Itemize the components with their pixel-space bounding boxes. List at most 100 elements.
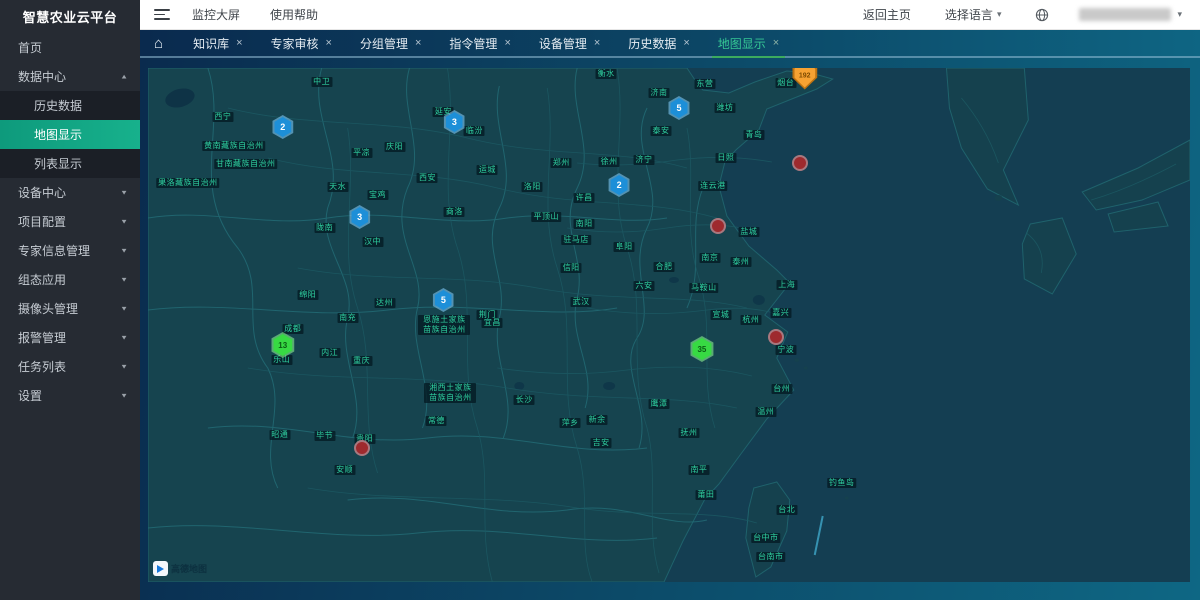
sidebar-item-label: 数据中心	[18, 68, 66, 85]
map-city-label: 郑州	[551, 158, 572, 168]
map-city-label: 恩施土家族苗族自治州	[418, 315, 470, 335]
map-city-label: 黄南藏族自治州	[202, 141, 266, 151]
sidebar-item-project-config[interactable]: 项目配置 ▼	[0, 207, 140, 236]
sidebar-item-list-display[interactable]: 列表显示	[0, 149, 140, 178]
map-attribution: 高德地图	[153, 561, 207, 576]
map-city-label: 中卫	[311, 77, 332, 87]
chevron-down-icon: ▼	[120, 247, 128, 254]
map-city-label: 甘南藏族自治州	[214, 159, 278, 169]
map-city-label: 台南市	[756, 552, 786, 562]
globe-icon[interactable]	[1035, 8, 1049, 22]
sidebar-item-task-list[interactable]: 任务列表 ▼	[0, 352, 140, 381]
map-city-label: 湘西土家族苗族自治州	[424, 383, 476, 403]
chevron-down-icon: ▼	[120, 363, 128, 370]
tab-bar: ⌂ 知识库 × 专家审核 × 分组管理 × 指令管理 × 设备管理 ×	[140, 30, 1200, 58]
topbar-back-home-link[interactable]: 返回主页	[863, 6, 911, 23]
tab-expert-review[interactable]: 专家审核 ×	[269, 30, 334, 56]
map-city-label: 平顶山	[531, 212, 561, 222]
map-city-label: 烟台	[775, 78, 796, 88]
sidebar-item-map-display[interactable]: 地图显示	[0, 120, 140, 149]
user-menu[interactable]: ▾	[1079, 8, 1182, 21]
language-label: 选择语言	[945, 6, 993, 23]
collapse-menu-icon[interactable]	[154, 9, 170, 20]
chevron-down-icon: ▼	[120, 189, 128, 196]
sidebar-item-expert-info-management[interactable]: 专家信息管理 ▼	[0, 236, 140, 265]
chevron-down-icon: ▼	[120, 334, 128, 341]
sidebar-item-label: 报警管理	[18, 329, 66, 346]
map-city-label: 泰安	[651, 126, 672, 136]
map-city-label: 宜昌	[482, 318, 503, 328]
map-city-label: 西宁	[212, 112, 233, 122]
app-title: 智慧农业云平台	[0, 0, 140, 33]
map-city-label: 上海	[776, 280, 797, 290]
chevron-down-icon: ▼	[120, 218, 128, 225]
tab-knowledge-base[interactable]: 知识库 ×	[191, 30, 244, 56]
map-city-label: 台中市	[751, 533, 781, 543]
map-canvas[interactable]: 西宁黄南藏族自治州甘南藏族自治州果洛藏族自治州中卫延安临汾运城庆阳平凉天水宝鸡西…	[148, 68, 1190, 582]
map-marker-point-red[interactable]	[710, 218, 726, 234]
map-attribution-text: 高德地图	[171, 562, 207, 575]
sidebar-item-settings[interactable]: 设置 ▼	[0, 381, 140, 410]
topbar-right: 返回主页 选择语言 ▾ ▾	[829, 6, 1182, 23]
app-root: 智慧农业云平台 首页 数据中心 ▲ 历史数据 地图显示 列表显示	[0, 0, 1200, 600]
map-city-label: 新余	[587, 415, 608, 425]
map-city-label: 南充	[337, 313, 358, 323]
map-city-label: 嘉兴	[770, 308, 791, 318]
topbar-help-link[interactable]: 使用帮助	[270, 6, 318, 23]
map-city-label: 泰州	[730, 257, 751, 267]
topbar-monitor-screen-link[interactable]: 监控大屏	[192, 6, 240, 23]
map-city-label: 临汾	[464, 126, 485, 136]
sidebar-item-configuration-app[interactable]: 组态应用 ▼	[0, 265, 140, 294]
map-city-label: 毕节	[314, 431, 335, 441]
map-city-label: 日照	[715, 153, 736, 163]
close-icon[interactable]: ×	[415, 37, 421, 49]
map-city-label: 宁波	[775, 345, 796, 355]
map-city-label: 盐城	[738, 227, 759, 237]
map-city-label: 南平	[688, 465, 709, 475]
close-icon[interactable]: ×	[504, 37, 510, 49]
marker-count: 3	[357, 212, 362, 222]
marker-count: 5	[676, 103, 681, 113]
close-icon[interactable]: ×	[326, 37, 332, 49]
chevron-down-icon: ▾	[997, 9, 1002, 20]
map-city-label: 运城	[477, 165, 498, 175]
tab-group-management[interactable]: 分组管理 ×	[358, 30, 423, 56]
sidebar-item-data-center[interactable]: 数据中心 ▲	[0, 62, 140, 91]
home-tab-icon[interactable]: ⌂	[154, 36, 163, 51]
sidebar-item-label: 地图显示	[34, 126, 82, 143]
sidebar-item-label: 设备中心	[18, 184, 66, 201]
sidebar-item-label: 设置	[18, 387, 42, 404]
tab-device-management[interactable]: 设备管理 ×	[537, 30, 602, 56]
close-icon[interactable]: ×	[236, 37, 242, 49]
map-city-label: 吉安	[591, 438, 612, 448]
map-city-label: 莆田	[695, 490, 716, 500]
map-marker-point-red[interactable]	[768, 329, 784, 345]
map-marker-point-red[interactable]	[354, 440, 370, 456]
sidebar-item-history-data[interactable]: 历史数据	[0, 91, 140, 120]
topbar-language-select[interactable]: 选择语言 ▾	[945, 6, 1002, 23]
close-icon[interactable]: ×	[594, 37, 600, 49]
map-city-label: 许昌	[574, 193, 595, 203]
sidebar-item-device-center[interactable]: 设备中心 ▼	[0, 178, 140, 207]
map-city-label: 济宁	[634, 155, 655, 165]
sidebar-item-label: 摄像头管理	[18, 300, 78, 317]
map-marker-point-red[interactable]	[792, 155, 808, 171]
chevron-down-icon: ▼	[120, 305, 128, 312]
map-city-label: 长沙	[514, 395, 535, 405]
sidebar-item-label: 任务列表	[18, 358, 66, 375]
content-area: 西宁黄南藏族自治州甘南藏族自治州果洛藏族自治州中卫延安临汾运城庆阳平凉天水宝鸡西…	[140, 58, 1200, 600]
map-city-label: 宣城	[710, 310, 731, 320]
sidebar-item-home[interactable]: 首页	[0, 33, 140, 62]
map-city-label: 温州	[755, 407, 776, 417]
sidebar-item-alarm-management[interactable]: 报警管理 ▼	[0, 323, 140, 352]
map-city-label: 徐州	[599, 157, 620, 167]
sidebar-item-label: 首页	[18, 39, 42, 56]
map-city-label: 武汉	[571, 297, 592, 307]
tab-map-display[interactable]: 地图显示 ×	[716, 30, 781, 56]
marker-count: 13	[278, 341, 287, 350]
close-icon[interactable]: ×	[773, 37, 779, 49]
sidebar-item-camera-management[interactable]: 摄像头管理 ▼	[0, 294, 140, 323]
close-icon[interactable]: ×	[683, 37, 689, 49]
tab-history-data[interactable]: 历史数据 ×	[626, 30, 691, 56]
tab-command-management[interactable]: 指令管理 ×	[447, 30, 512, 56]
